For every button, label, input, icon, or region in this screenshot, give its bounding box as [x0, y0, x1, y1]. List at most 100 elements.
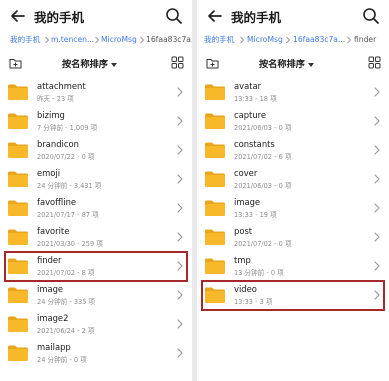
chevron-right-icon	[177, 232, 183, 242]
folder-meta: 13:33 - 3 项	[234, 298, 273, 306]
folder-row[interactable]: brandicon 2020/07/22 - 0 项	[0, 136, 192, 165]
folder-row[interactable]: constants 2021/07/02 - 6 项	[197, 136, 389, 165]
folder-row[interactable]: cover 2021/06/03 - 0 项	[197, 165, 389, 194]
folder-row[interactable]: finder 2021/07/02 - 8 项	[0, 251, 192, 282]
file-browser-panel-left: 我的手机 我的手机 m.tencen... MicroMsg 16faa83c7…	[0, 0, 192, 381]
new-folder-icon[interactable]	[9, 57, 22, 69]
folder-meta: 13:33 - 18 项	[234, 95, 277, 103]
search-icon[interactable]	[361, 6, 381, 26]
folder-icon	[8, 345, 28, 361]
top-bar: 我的手机	[197, 0, 389, 32]
folder-meta: 2021/07/02 - 0 项	[234, 240, 292, 248]
folder-name: attachment	[37, 81, 86, 91]
folder-row[interactable]: emoji 24 分钟前 - 3,431 项	[0, 165, 192, 194]
folder-meta: 2021/07/02 - 8 项	[37, 269, 95, 277]
folder-icon	[205, 142, 225, 158]
folder-name: image	[234, 197, 261, 207]
chevron-right-icon	[177, 145, 183, 155]
folder-row[interactable]: avatar 13:33 - 18 项	[197, 78, 389, 107]
grid-view-icon[interactable]	[171, 56, 184, 69]
folder-icon	[8, 316, 28, 332]
chevron-right-icon	[177, 319, 183, 329]
folder-name: brandicon	[37, 139, 79, 149]
folder-name: bizimg	[37, 110, 65, 120]
folder-meta: 24 分钟前 - 3,431 项	[37, 182, 102, 190]
chevron-right-icon	[177, 348, 183, 358]
breadcrumb: 我的手机 m.tencen... MicroMsg 16faa83c7a...	[0, 33, 192, 47]
toolbar: 按名称排序	[197, 52, 389, 74]
breadcrumb-current: finder	[354, 35, 377, 44]
chevron-right-icon	[140, 36, 145, 44]
chevron-right-icon	[374, 290, 380, 300]
folder-name: tmp	[234, 255, 251, 265]
folder-row[interactable]: image 13:33 - 19 项	[197, 194, 389, 223]
sort-label: 按名称排序	[259, 59, 305, 70]
folder-meta: 2021/03/30 - 259 项	[37, 240, 103, 248]
chevron-right-icon	[95, 36, 100, 44]
grid-view-icon[interactable]	[368, 56, 381, 69]
folder-name: favorite	[37, 226, 70, 236]
chevron-right-icon	[374, 261, 380, 271]
breadcrumb-item[interactable]: 我的手机	[10, 33, 40, 47]
sort-dropdown[interactable]: 按名称排序	[259, 56, 314, 70]
chevron-right-icon	[240, 36, 245, 44]
highlight-box	[4, 251, 188, 282]
breadcrumb-item[interactable]: m.tencen...	[51, 33, 94, 47]
chevron-right-icon	[374, 145, 380, 155]
folder-meta: 昨天 - 23 项	[37, 95, 74, 103]
folder-row[interactable]: favoffline 2021/07/17 - 87 项	[0, 194, 192, 223]
folder-icon	[8, 142, 28, 158]
breadcrumb-item[interactable]: MicroMsg	[101, 33, 137, 47]
breadcrumb-item[interactable]: 16faa83c7a...	[293, 33, 345, 47]
folder-row[interactable]: favorite 2021/03/30 - 259 项	[0, 223, 192, 252]
folder-icon	[205, 258, 225, 274]
folder-name: capture	[234, 110, 267, 120]
folder-row[interactable]: tmp 13 分钟前 - 0 项	[197, 252, 389, 281]
folder-name: mailapp	[37, 342, 71, 352]
top-bar: 我的手机	[0, 0, 192, 32]
new-folder-icon[interactable]	[206, 57, 219, 69]
folder-icon	[205, 84, 225, 100]
folder-row[interactable]: video 13:33 - 3 项	[197, 280, 389, 311]
breadcrumb-current: 16faa83c7a...	[146, 35, 192, 44]
folder-name: post	[234, 226, 253, 236]
folder-icon	[8, 84, 28, 100]
folder-meta: 2021/06/03 - 0 项	[234, 124, 292, 132]
caret-down-icon	[110, 62, 117, 67]
chevron-right-icon	[374, 174, 380, 184]
folder-name: favoffline	[37, 197, 77, 207]
breadcrumb-item[interactable]: 我的手机	[204, 33, 234, 47]
folder-meta: 2021/06/03 - 0 项	[234, 182, 292, 190]
folder-icon	[8, 113, 28, 129]
chevron-right-icon	[286, 36, 291, 44]
folder-name: video	[234, 284, 257, 294]
sort-label: 按名称排序	[62, 59, 108, 70]
folder-icon	[8, 200, 28, 216]
page-title: 我的手机	[231, 10, 282, 25]
folder-name: constants	[234, 139, 275, 149]
highlight-box	[201, 280, 385, 311]
folder-icon	[8, 287, 28, 303]
folder-icon	[205, 229, 225, 245]
folder-row[interactable]: image 24 分钟前 - 335 项	[0, 281, 192, 310]
folder-row[interactable]: bizimg 7 分钟前 - 1,009 项	[0, 107, 192, 136]
folder-row[interactable]: post 2021/07/02 - 0 项	[197, 223, 389, 252]
chevron-right-icon	[45, 36, 50, 44]
folder-row[interactable]: image2 2021/06/24 - 2 项	[0, 310, 192, 339]
chevron-right-icon	[374, 87, 380, 97]
folder-icon	[205, 200, 225, 216]
sort-dropdown[interactable]: 按名称排序	[62, 56, 117, 70]
search-icon[interactable]	[164, 6, 184, 26]
chevron-right-icon	[177, 261, 183, 271]
folder-row[interactable]: mailapp 24 分钟前 - 0 项	[0, 339, 192, 368]
folder-row[interactable]: attachment 昨天 - 23 项	[0, 78, 192, 107]
folder-meta: 2021/07/17 - 87 项	[37, 211, 99, 219]
breadcrumb-item[interactable]: MicroMsg	[247, 33, 283, 47]
folder-icon	[8, 229, 28, 245]
chevron-right-icon	[374, 203, 380, 213]
folder-row[interactable]: capture 2021/06/03 - 0 项	[197, 107, 389, 136]
folder-meta: 2020/07/22 - 0 项	[37, 153, 95, 161]
arrow-left-icon[interactable]	[8, 6, 28, 26]
folder-name: cover	[234, 168, 258, 178]
arrow-left-icon[interactable]	[205, 6, 225, 26]
